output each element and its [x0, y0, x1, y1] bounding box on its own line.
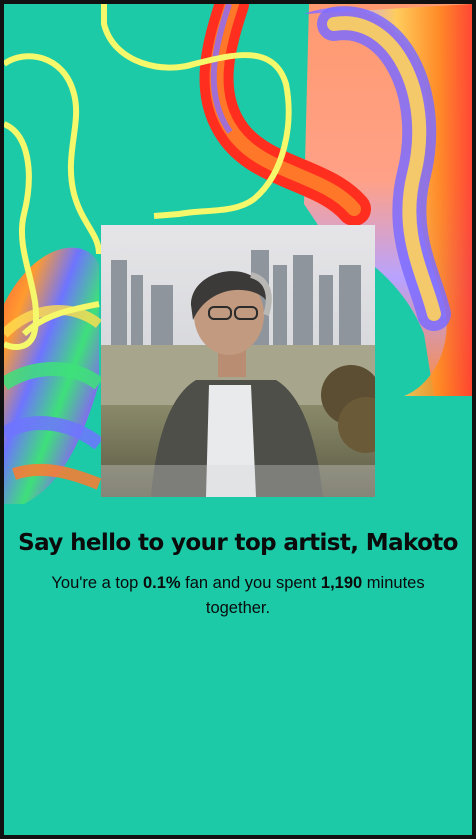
minutes-count: 1,190	[320, 574, 363, 592]
story-card: Say hello to your top artist, Makoto You…	[0, 0, 476, 839]
stats-middle: fan and you spent	[180, 574, 321, 592]
stats-prefix: You're a top	[51, 574, 143, 592]
headline: Say hello to your top artist, Makoto	[18, 530, 458, 556]
fan-percent: 0.1%	[142, 574, 181, 592]
artist-photo	[101, 225, 375, 497]
stats-text: You're a top 0.1% fan and you spent 1,19…	[22, 571, 454, 621]
